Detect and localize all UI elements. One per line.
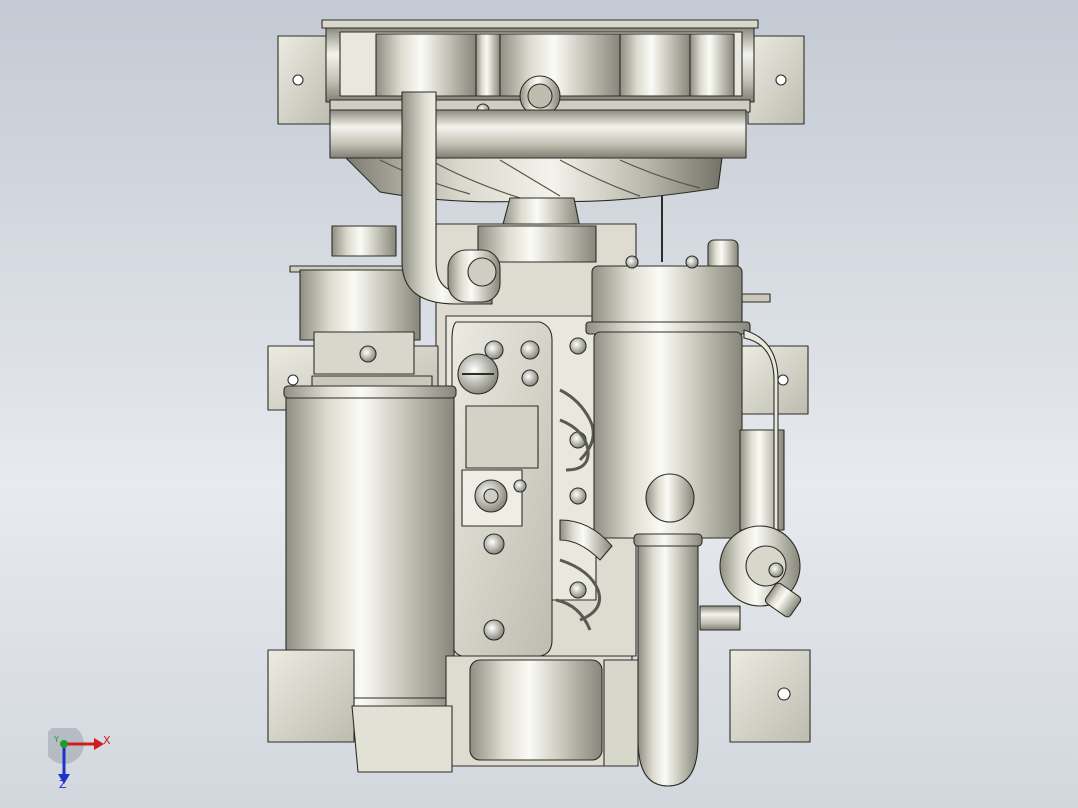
right-filter-canister xyxy=(585,265,751,539)
fan-shroud xyxy=(329,109,747,159)
radiator xyxy=(277,19,805,125)
triad-y-label: Y xyxy=(54,735,59,744)
cad-viewport[interactable]: X Y Z xyxy=(0,0,1078,808)
triad-z-label: Z xyxy=(59,778,67,791)
engine-model[interactable] xyxy=(0,0,1078,808)
exhaust-pipe xyxy=(637,535,699,787)
triad-x-label: X xyxy=(103,734,111,747)
